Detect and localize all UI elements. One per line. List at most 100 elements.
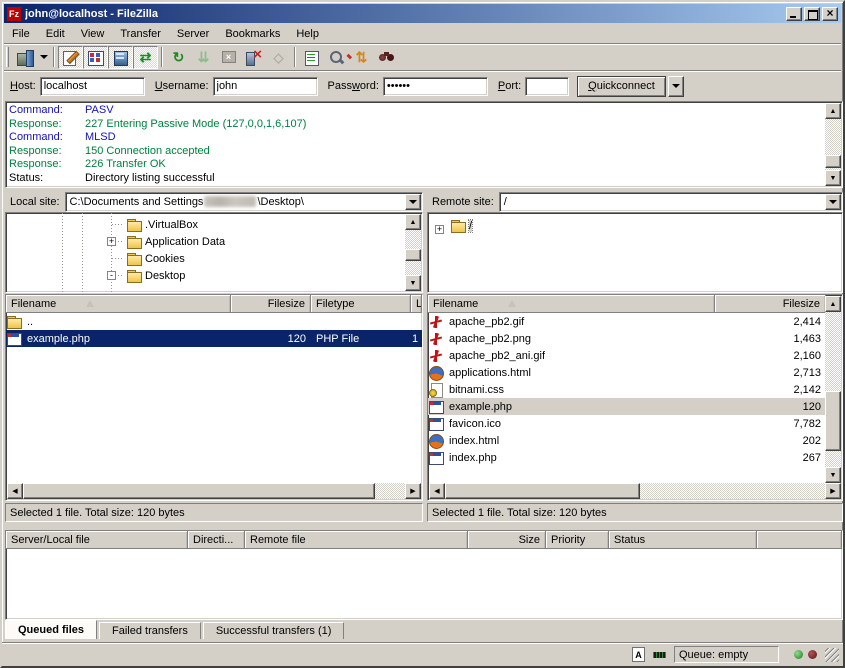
quickconnect-dropdown[interactable] (668, 76, 684, 97)
menu-view[interactable]: View (73, 26, 113, 42)
directory-filters-button[interactable] (299, 46, 324, 69)
minimize-button[interactable] (786, 7, 802, 21)
resize-grip[interactable] (825, 648, 839, 662)
scroll-down-button[interactable]: ▼ (825, 467, 841, 483)
toggle-remote-tree-button[interactable] (108, 46, 133, 69)
expand-icon[interactable]: + (435, 225, 444, 234)
scrollbar-thumb[interactable] (23, 483, 375, 499)
host-label: Host: (10, 80, 36, 92)
local-file-list: Filename Filesize Filetype L .. example.… (5, 294, 423, 501)
file-row-parent-dir[interactable]: .. (6, 313, 422, 330)
html-file-icon (428, 365, 444, 381)
column-header-server-local-file[interactable]: Server/Local file (6, 531, 188, 549)
scroll-down-button[interactable]: ▼ (405, 275, 421, 291)
find-files-button[interactable] (374, 46, 399, 69)
collapse-icon[interactable]: - (107, 271, 116, 280)
column-header-filetype[interactable]: Filetype (311, 295, 411, 313)
menu-transfer[interactable]: Transfer (112, 26, 169, 42)
tree-item-root[interactable]: + / (428, 217, 842, 234)
file-row[interactable]: apache_pb2_ani.gif2,160 (428, 347, 826, 364)
menu-edit[interactable]: Edit (38, 26, 73, 42)
tree-item-desktop[interactable]: - Desktop (6, 267, 422, 284)
menu-server[interactable]: Server (169, 26, 217, 42)
tab-failed-transfers[interactable]: Failed transfers (99, 622, 201, 639)
disconnect-button[interactable] (241, 46, 266, 69)
menu-bookmarks[interactable]: Bookmarks (217, 26, 288, 42)
tree-item-cookies[interactable]: Cookies (6, 250, 422, 267)
column-header-priority[interactable]: Priority (546, 531, 609, 549)
site-manager-dropdown[interactable] (37, 46, 50, 69)
maximize-button[interactable] (804, 7, 820, 21)
scroll-right-button[interactable]: ▶ (825, 483, 841, 499)
folder-icon (126, 217, 142, 233)
toggle-local-tree-button[interactable] (83, 46, 108, 69)
toggle-message-log-button[interactable] (58, 46, 83, 69)
cancel-button[interactable]: × (216, 46, 241, 69)
column-header-filename[interactable]: Filename (428, 295, 715, 313)
username-input[interactable] (213, 77, 318, 96)
column-header-direction[interactable]: Directi... (188, 531, 245, 549)
scrollbar-thumb[interactable] (405, 249, 421, 261)
password-input[interactable] (383, 77, 488, 96)
scroll-down-button[interactable]: ▼ (825, 170, 841, 186)
title-bar[interactable]: Fz john@localhost - FileZilla (4, 4, 841, 23)
scroll-up-button[interactable]: ▲ (825, 296, 841, 312)
host-input[interactable] (40, 77, 145, 96)
file-row-example-php[interactable]: example.php 120 PHP File 1 (6, 330, 422, 347)
scrollbar-thumb[interactable] (825, 391, 841, 451)
remote-site-combo[interactable]: / (499, 192, 843, 212)
window-title: john@localhost - FileZilla (25, 8, 784, 20)
file-row-selected[interactable]: example.php120 (428, 398, 826, 415)
scroll-up-button[interactable]: ▲ (825, 103, 841, 119)
scroll-left-button[interactable]: ◀ (429, 483, 445, 499)
file-row[interactable]: apache_pb2.gif2,414 (428, 313, 826, 330)
file-row[interactable]: index.html202 (428, 432, 826, 449)
status-bar: A Queue: empty (2, 642, 843, 666)
menu-file[interactable]: File (4, 26, 38, 42)
synchronized-browsing-button[interactable]: ⇅ (349, 46, 374, 69)
local-site-combo[interactable]: C:\Documents and Settings\Desktop\ (65, 192, 423, 212)
column-header-remote-file[interactable]: Remote file (245, 531, 468, 549)
file-row[interactable]: applications.html2,713 (428, 364, 826, 381)
process-queue-button[interactable]: ⇊ (191, 46, 216, 69)
toggle-transfer-queue-button[interactable]: ⇄ (133, 46, 158, 69)
file-row[interactable]: index.php267 (428, 449, 826, 466)
file-row[interactable]: bitnami.css2,142 (428, 381, 826, 398)
column-header-filesize[interactable]: Filesize (715, 295, 826, 313)
speed-limit-icon[interactable] (651, 650, 668, 660)
tab-successful-transfers[interactable]: Successful transfers (1) (203, 622, 345, 639)
column-header-filesize[interactable]: Filesize (231, 295, 311, 313)
tree-item-virtualbox[interactable]: .VirtualBox (6, 216, 422, 233)
file-row[interactable]: favicon.ico7,782 (428, 415, 826, 432)
tree-item-application-data[interactable]: + Application Data (6, 233, 422, 250)
combo-dropdown-button[interactable] (405, 194, 421, 210)
column-header-status[interactable]: Status (609, 531, 757, 549)
scrollbar-thumb[interactable] (445, 483, 640, 499)
combo-dropdown-button[interactable] (825, 194, 841, 210)
close-button[interactable] (822, 7, 838, 21)
quickconnect-button[interactable]: Quickconnect (577, 76, 666, 97)
column-header-last-modified[interactable]: L (411, 295, 422, 313)
tab-queued-files[interactable]: Queued files (5, 620, 97, 639)
menu-help[interactable]: Help (288, 26, 327, 42)
scroll-left-button[interactable]: ◀ (7, 483, 23, 499)
scrollbar-thumb[interactable] (825, 155, 841, 168)
column-header-size[interactable]: Size (468, 531, 546, 549)
filezilla-window: Fz john@localhost - FileZilla File Edit … (0, 0, 845, 668)
column-header-filename[interactable]: Filename (6, 295, 231, 313)
file-row[interactable]: apache_pb2.png1,463 (428, 330, 826, 347)
toolbar-grip[interactable] (6, 47, 9, 67)
directory-comparison-button[interactable] (324, 46, 349, 69)
transfer-type-ascii-icon[interactable]: A (632, 647, 645, 662)
refresh-button[interactable]: ↻ (166, 46, 191, 69)
scroll-up-button[interactable]: ▲ (405, 214, 421, 230)
port-input[interactable] (525, 77, 569, 96)
expand-icon[interactable]: + (107, 237, 116, 246)
scroll-right-button[interactable]: ▶ (405, 483, 421, 499)
local-path: C:\Documents and Settings\Desktop\ (70, 196, 304, 208)
local-tree-icon (87, 49, 104, 66)
separator (161, 47, 163, 67)
site-manager-button[interactable] (12, 46, 37, 69)
reconnect-button[interactable]: ◇ (266, 46, 291, 69)
folder-icon (126, 268, 142, 284)
